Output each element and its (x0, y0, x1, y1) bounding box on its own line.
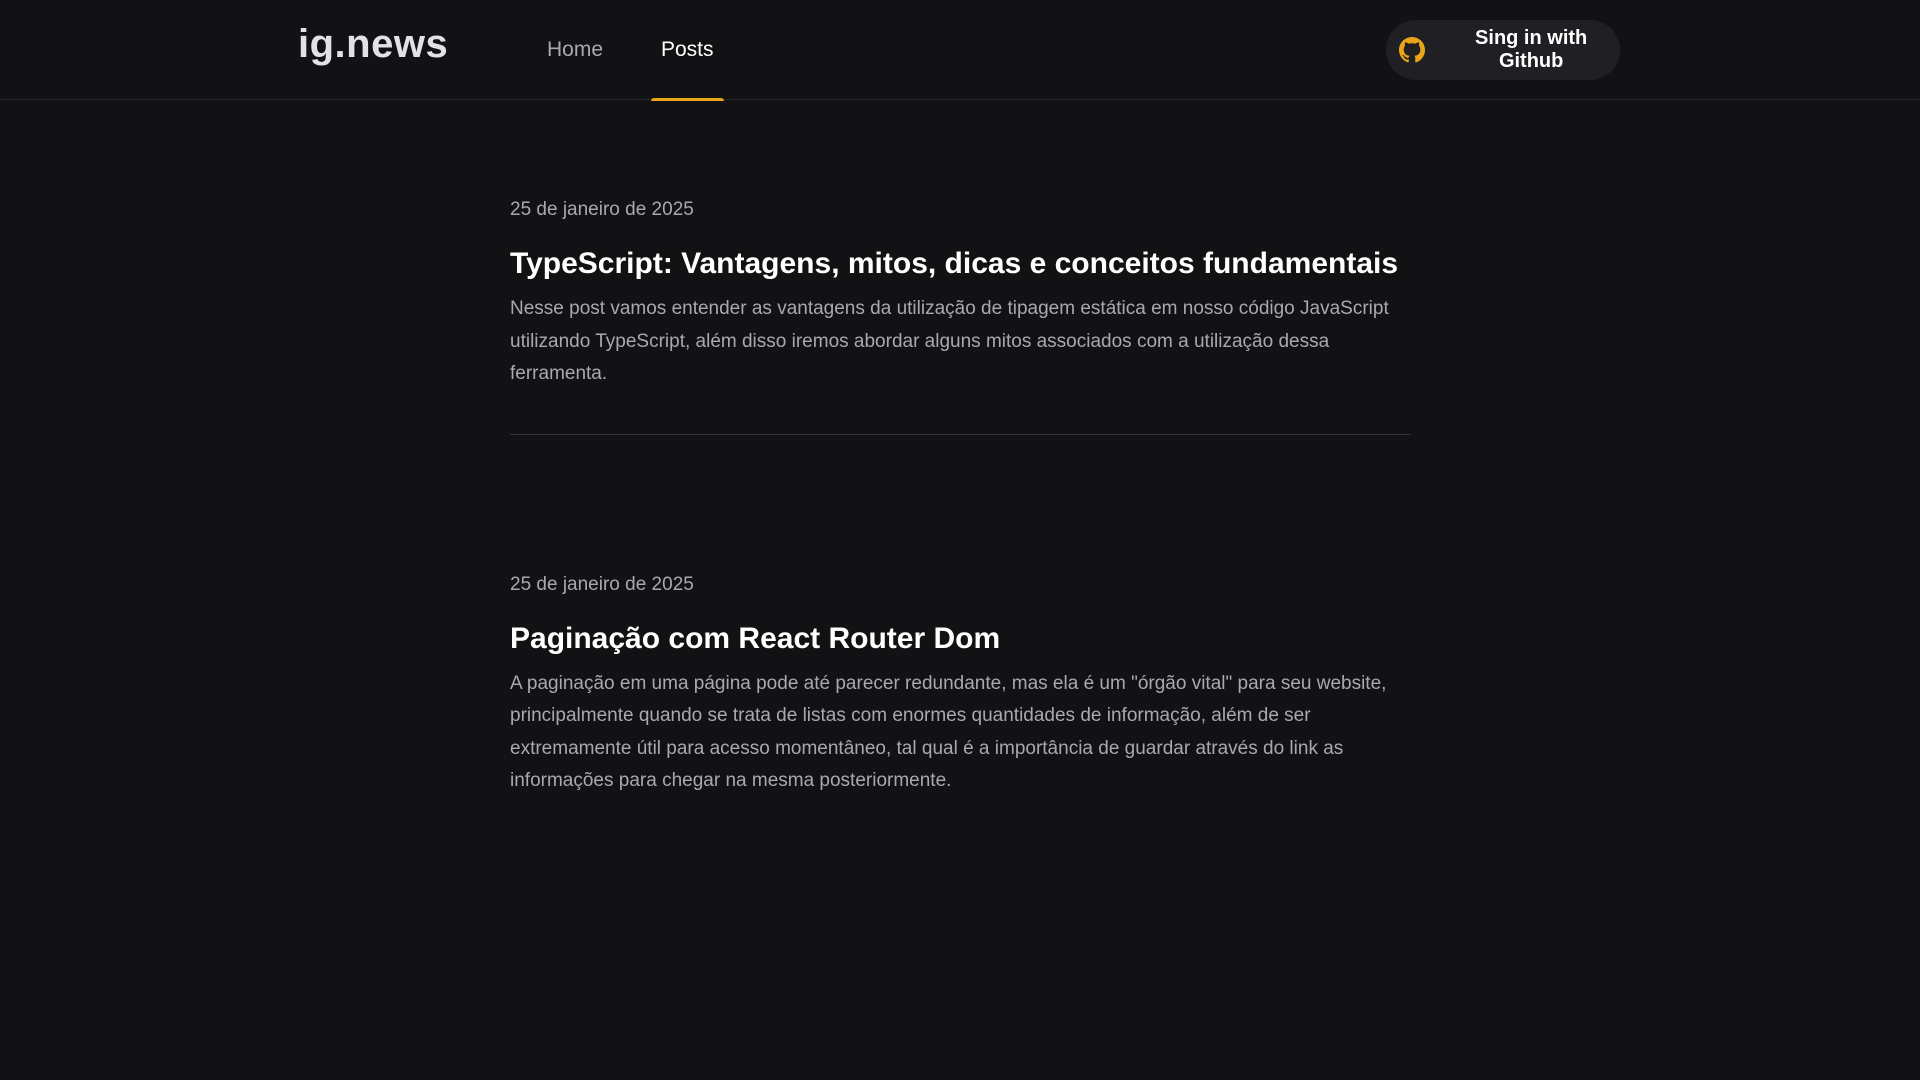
post-item: 25 de janeiro de 2025 Paginação com Reac… (510, 475, 1411, 798)
posts-list: 25 de janeiro de 2025 TypeScript: Vantag… (510, 100, 1411, 798)
post-title[interactable]: Paginação com React Router Dom (510, 620, 1411, 658)
nav-posts-link[interactable]: Posts (651, 0, 723, 101)
post-item: 25 de janeiro de 2025 TypeScript: Vantag… (510, 100, 1411, 391)
signin-label: Sing in with Github (1475, 27, 1588, 72)
header-content: ig.news Home Posts Sing in with Github (0, 0, 1920, 101)
github-icon (1398, 36, 1425, 64)
post-link[interactable]: 25 de janeiro de 2025 TypeScript: Vantag… (510, 197, 1411, 391)
post-date: 25 de janeiro de 2025 (510, 199, 694, 220)
post-title[interactable]: TypeScript: Vantagens, mitos, dicas e co… (510, 245, 1411, 283)
post-link[interactable]: 25 de janeiro de 2025 Paginação com Reac… (510, 572, 1411, 798)
site-header: ig.news Home Posts Sing in with Github (0, 0, 1920, 101)
post-date: 25 de janeiro de 2025 (510, 573, 694, 595)
site-logo[interactable]: ig.news (298, 22, 448, 67)
post-divider (510, 433, 1411, 435)
signin-github-button[interactable]: Sing in with Github (1386, 20, 1620, 80)
post-excerpt: A paginação em uma página pode até parec… (510, 672, 1387, 792)
nav-home-link[interactable]: Home (547, 0, 603, 100)
post-excerpt: Nesse post vamos entender as vantagens d… (510, 298, 1389, 384)
